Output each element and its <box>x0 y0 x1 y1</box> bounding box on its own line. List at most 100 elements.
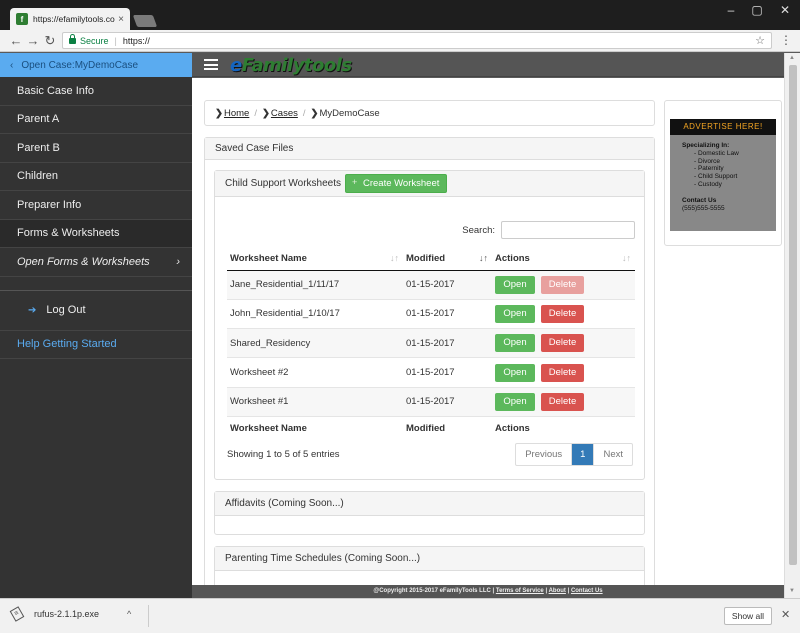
hamburger-menu-icon[interactable] <box>204 59 218 70</box>
lock-icon <box>69 33 76 44</box>
parenting-time-panel: Parenting Time Schedules (Coming Soon...… <box>214 546 645 585</box>
logout-icon: ➔ <box>28 304 37 316</box>
secure-label: Secure <box>80 35 109 46</box>
table-row: Shared_Residency 01-15-2017 Open Delete <box>227 328 635 359</box>
forward-icon[interactable]: → <box>25 33 41 48</box>
sidebar: ‹ Open Case:MyDemoCase Basic Case Info P… <box>0 53 192 598</box>
sidebar-item-open-forms[interactable]: Open Forms & Worksheets › <box>0 248 192 277</box>
url-separator: | <box>114 35 117 46</box>
chevron-up-icon[interactable]: ^ <box>127 609 131 619</box>
download-item[interactable]: ≡ rufus-2.1.1p.exe ^ <box>9 606 131 622</box>
sidebar-open-case[interactable]: ‹ Open Case:MyDemoCase <box>0 53 192 77</box>
table-row: John_Residential_1/10/17 01-15-2017 Open… <box>227 299 635 330</box>
sidebar-item-parent-b[interactable]: Parent B <box>0 134 192 163</box>
close-shelf-icon[interactable]: ✕ <box>781 608 790 621</box>
logout-link[interactable]: ➔ Log Out <box>0 291 192 331</box>
delete-button[interactable]: Delete <box>541 275 584 294</box>
breadcrumb-separator: / <box>254 107 257 119</box>
ad-title: ADVERTISE HERE! <box>670 119 776 135</box>
breadcrumb-cases[interactable]: Cases <box>271 108 298 119</box>
back-icon[interactable]: ← <box>8 33 24 48</box>
breadcrumb-separator: / <box>302 107 306 119</box>
delete-button[interactable]: Delete <box>541 304 584 323</box>
tab-close-icon[interactable]: × <box>118 14 124 25</box>
chevron-left-icon: ‹ <box>10 59 14 71</box>
advertisement[interactable]: ADVERTISE HERE! Specializing In: - Domes… <box>670 119 776 231</box>
open-button[interactable]: Open <box>495 275 535 294</box>
table-row: Jane_Residential_1/11/17 01-15-2017 Open… <box>227 270 635 300</box>
show-all-button[interactable]: Show all <box>724 607 772 625</box>
about-link[interactable]: About <box>549 588 566 594</box>
main-content: ❯ Home / ❯ Cases / ❯ MyDemoCase ADVERTIS… <box>192 78 784 585</box>
sidebar-divider <box>0 277 192 291</box>
ad-service: - Domestic Law <box>694 149 739 157</box>
previous-page-button[interactable]: Previous <box>516 444 573 465</box>
next-page-button[interactable]: Next <box>593 444 632 465</box>
open-button[interactable]: Open <box>495 392 535 411</box>
ad-service: - Custody <box>694 180 722 188</box>
address-bar: ← → ↻ Secure | https:// ☆ ⋮ <box>0 30 800 52</box>
scrollbar-thumb[interactable] <box>789 65 797 565</box>
sidebar-item-preparer-info[interactable]: Preparer Info <box>0 191 192 220</box>
favicon-icon: f <box>16 13 28 25</box>
scroll-up-icon[interactable]: ▲ <box>789 55 795 61</box>
browser-tab[interactable]: f https://efamilytools.com × <box>10 8 130 30</box>
browser-menu-icon[interactable]: ⋮ <box>780 33 792 47</box>
worksheets-title: Child Support Worksheets <box>225 178 341 189</box>
minimize-icon[interactable]: – <box>718 0 744 20</box>
worksheet-name: Jane_Residential_1/11/17 <box>227 270 403 300</box>
child-support-worksheets-panel: Child Support Worksheets Create Workshee… <box>214 170 645 480</box>
url-field[interactable]: Secure | https:// ☆ <box>62 32 772 49</box>
delete-button[interactable]: Delete <box>541 392 584 411</box>
url-text: https:// <box>122 35 150 46</box>
delete-button[interactable]: Delete <box>541 334 584 353</box>
page-scrollbar[interactable]: ▲ ▼ <box>784 53 800 598</box>
breadcrumb-chevron-icon: ❯ <box>215 107 223 119</box>
delete-button[interactable]: Delete <box>541 363 584 382</box>
search-input[interactable] <box>501 221 635 239</box>
breadcrumb-chevron-icon: ❯ <box>261 107 270 119</box>
search-label: Search: <box>462 225 495 236</box>
copyright-text: @Copyright 2015-2017 eFamilyTools LLC | <box>373 588 495 594</box>
tab-title: https://efamilytools.com <box>33 14 116 24</box>
terms-link[interactable]: Terms of Service <box>496 588 544 594</box>
new-tab-button[interactable] <box>132 15 158 27</box>
create-worksheet-button[interactable]: Create Worksheet <box>344 174 448 193</box>
open-button[interactable]: Open <box>495 304 535 323</box>
column-header-worksheet-name[interactable]: Worksheet Name ↓↑ <box>227 247 403 271</box>
breadcrumb-chevron-icon: ❯ <box>310 107 319 119</box>
bookmark-star-icon[interactable]: ☆ <box>755 34 765 47</box>
logout-label: Log Out <box>46 304 86 316</box>
affidavits-panel: Affidavits (Coming Soon...) <box>214 491 645 535</box>
efamilytools-logo[interactable]: eFamilytools <box>230 55 352 76</box>
page-1-button[interactable]: 1 <box>572 444 594 465</box>
affidavits-title: Affidavits (Coming Soon...) <box>215 492 644 516</box>
sort-icon: ↓↑ <box>622 253 631 263</box>
contact-link[interactable]: Contact Us <box>571 588 603 594</box>
worksheet-name: Shared_Residency <box>227 328 403 359</box>
ad-contact-label: Contact Us <box>682 196 717 204</box>
help-getting-started-link[interactable]: Help Getting Started <box>0 331 192 359</box>
sidebar-item-forms-worksheets[interactable]: Forms & Worksheets <box>0 219 192 248</box>
open-button[interactable]: Open <box>495 334 535 353</box>
column-header-actions[interactable]: Actions ↓↑ <box>492 247 635 271</box>
sidebar-item-basic-case-info[interactable]: Basic Case Info <box>0 77 192 106</box>
breadcrumb-home[interactable]: Home <box>224 108 249 119</box>
file-icon: ≡ <box>9 606 25 622</box>
sidebar-item-children[interactable]: Children <box>0 163 192 191</box>
scroll-down-icon[interactable]: ▼ <box>789 588 795 594</box>
ad-panel: ADVERTISE HERE! Specializing In: - Domes… <box>664 100 782 246</box>
window-controls: – ▢ ✕ <box>718 0 800 20</box>
download-filename: rufus-2.1.1p.exe <box>34 609 100 619</box>
browser-titlebar: f https://efamilytools.com × – ▢ ✕ <box>0 0 800 30</box>
worksheet-name: Worksheet #2 <box>227 357 403 388</box>
sidebar-item-parent-a[interactable]: Parent A <box>0 106 192 134</box>
table-info: Showing 1 to 5 of 5 entries <box>227 449 340 460</box>
close-window-icon[interactable]: ✕ <box>770 0 800 20</box>
maximize-icon[interactable]: ▢ <box>744 0 770 20</box>
breadcrumb: ❯ Home / ❯ Cases / ❯ MyDemoCase <box>204 100 655 126</box>
open-button[interactable]: Open <box>495 363 535 382</box>
column-header-modified[interactable]: Modified ↓↑ <box>403 247 492 271</box>
ad-phone: (555)555-5555 <box>682 204 725 212</box>
reload-icon[interactable]: ↻ <box>42 33 58 49</box>
